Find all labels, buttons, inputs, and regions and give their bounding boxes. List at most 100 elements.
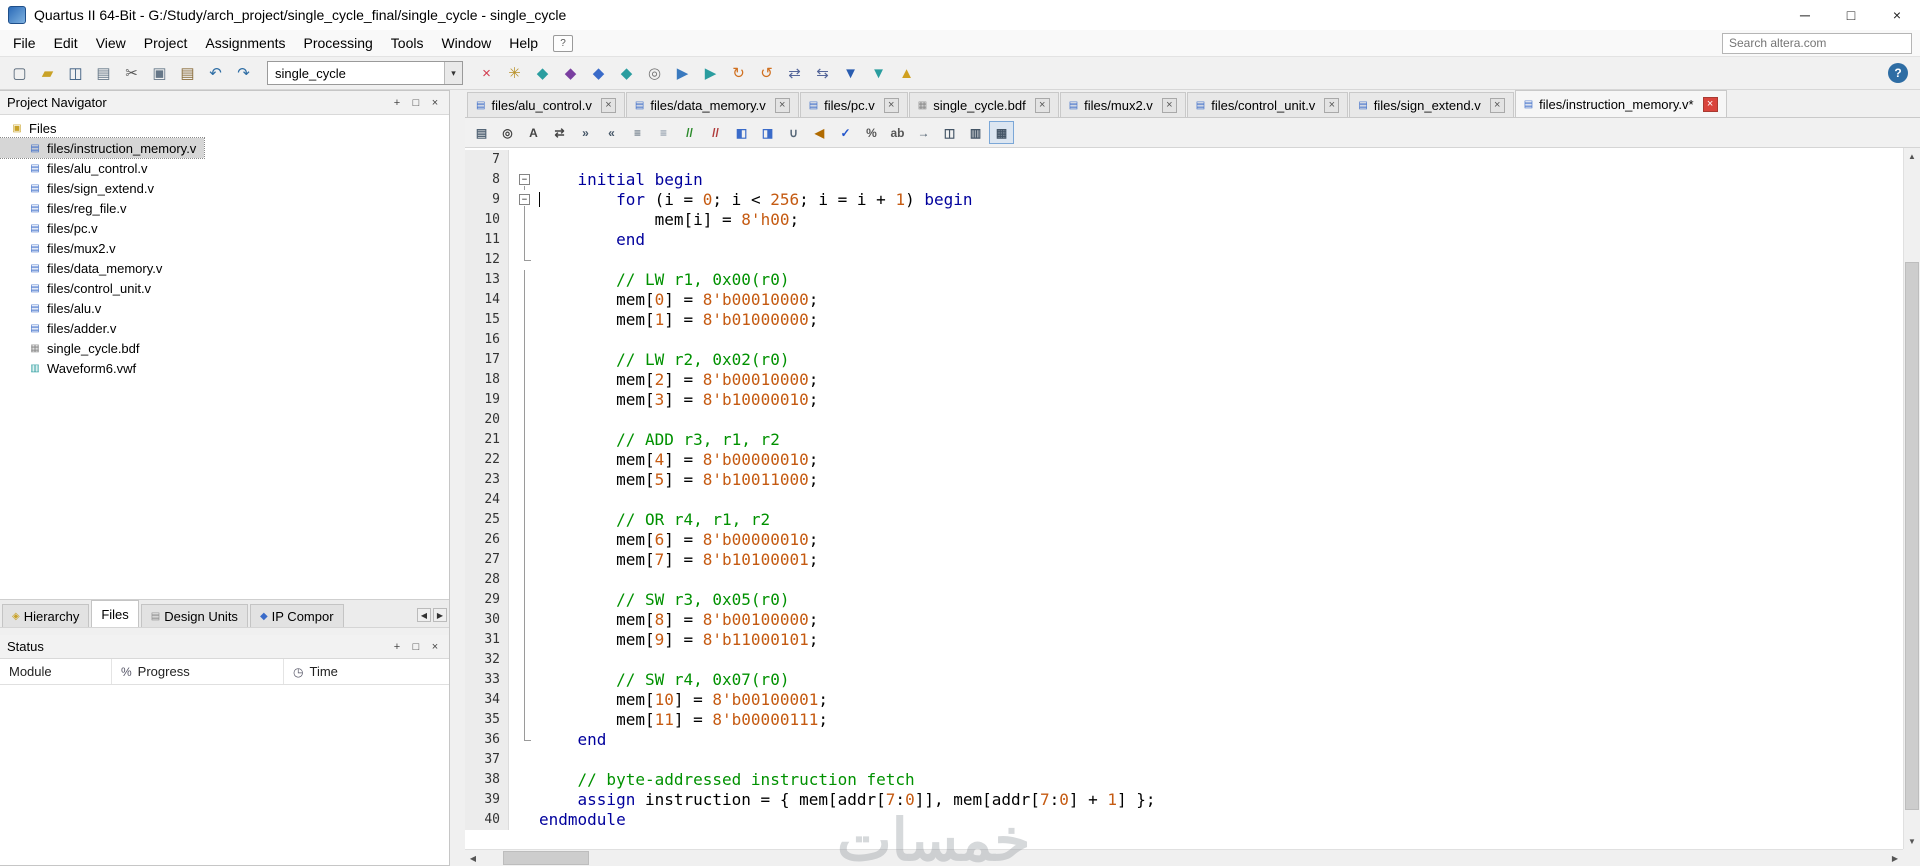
file-item[interactable]: ▤ files/reg_file.v [0,198,134,218]
project-selector[interactable]: single_cycle ▾ [267,61,463,85]
syntax-check-icon[interactable]: ✓ [833,121,858,144]
code-text[interactable]: mem[2] = 8'b00010000; [539,370,818,390]
line-number[interactable]: 40 [465,810,509,830]
paste-icon[interactable]: ▤ [174,60,201,86]
editor-tab[interactable]: ▤ files/data_memory.v × [625,92,799,117]
code-text[interactable]: // OR r4, r1, r2 [539,510,770,530]
line-number[interactable]: 37 [465,750,509,770]
stop-processing-icon[interactable]: × [473,60,500,86]
line-number[interactable]: 12 [465,250,509,270]
line-number[interactable]: 9 [465,190,509,210]
code-text[interactable]: mem[7] = 8'b10100001; [539,550,818,570]
code-text[interactable]: assign instruction = { mem[addr[7:0]], m… [539,790,1156,810]
editor-tab[interactable]: ▤ files/pc.v × [799,92,908,117]
rtl-viewer-icon[interactable]: ⇄ [781,60,808,86]
menu-project[interactable]: Project [135,31,197,55]
code-text[interactable]: mem[9] = 8'b11000101; [539,630,818,650]
editor-tab[interactable]: ▦ single_cycle.bdf × [908,92,1059,117]
code-text[interactable]: mem[11] = 8'b00000111; [539,710,828,730]
line-number[interactable]: 32 [465,650,509,670]
file-item[interactable]: ▤ files/sign_extend.v [0,178,162,198]
line-number[interactable]: 29 [465,590,509,610]
start-analysis-icon[interactable]: ▶ [697,60,724,86]
file-item[interactable]: ▤ files/adder.v [0,318,124,338]
status-close-icon[interactable]: × [428,640,442,654]
line-number[interactable]: 16 [465,330,509,350]
code-text[interactable]: mem[6] = 8'b00000010; [539,530,818,550]
tab-close-icon[interactable]: × [774,97,790,113]
editor-tab[interactable]: ▤ files/alu_control.v × [467,92,625,117]
line-number[interactable]: 22 [465,450,509,470]
line-number[interactable]: 26 [465,530,509,550]
line-number[interactable]: 36 [465,730,509,750]
add-bookmark-icon[interactable]: ◧ [729,121,754,144]
programmer-icon[interactable]: ▼ [837,60,864,86]
next-bookmark-icon[interactable]: ◨ [755,121,780,144]
code-text[interactable]: // LW r2, 0x02(r0) [539,350,789,370]
code-text[interactable]: end [539,230,645,250]
minimize-button[interactable]: ─ [1782,0,1828,30]
file-item[interactable]: ▤ files/alu_control.v [0,158,155,178]
line-number[interactable]: 38 [465,770,509,790]
comment-icon[interactable]: // [677,121,702,144]
code-text[interactable]: // SW r4, 0x07(r0) [539,670,789,690]
horizontal-scrollbar-thumb[interactable] [503,851,589,865]
menu-help[interactable]: Help [500,31,547,55]
line-number[interactable]: 13 [465,270,509,290]
assembler-icon[interactable]: ◆ [585,60,612,86]
tree-root-files[interactable]: ▣ Files [0,118,64,138]
menu-processing[interactable]: Processing [295,31,382,55]
vertical-scrollbar[interactable]: ▲ ▼ [1903,148,1920,849]
print-icon[interactable]: ▤ [469,121,494,144]
attach-icon[interactable]: ∪ [781,121,806,144]
undo-icon[interactable]: ↶ [202,60,229,86]
rapid-recompile-icon[interactable]: ↻ [725,60,752,86]
editor-tab[interactable]: ▤ files/mux2.v × [1059,92,1186,117]
code-text[interactable]: mem[1] = 8'b01000000; [539,310,818,330]
open-file-icon[interactable]: ▰ [34,60,61,86]
tab-close-icon[interactable]: × [600,97,616,113]
code-text[interactable]: mem[4] = 8'b00000010; [539,450,818,470]
search-input[interactable] [1722,32,1912,54]
indent-increase-icon[interactable]: » [573,121,598,144]
code-editor[interactable]: 7 8− initial begin 9− for (i = 0; i < 256;… [465,148,1903,849]
scroll-left-icon[interactable]: ◀ [465,850,481,866]
ip-catalog-icon[interactable]: ▲ [893,60,920,86]
start-compilation-icon[interactable]: ▶ [669,60,696,86]
line-number[interactable]: 8 [465,170,509,190]
line-number[interactable]: 18 [465,370,509,390]
line-number[interactable]: 14 [465,290,509,310]
analysis-synthesis-icon[interactable]: ◆ [529,60,556,86]
cut-icon[interactable]: ✂ [118,60,145,86]
megaphone-icon[interactable]: ◀ [807,121,832,144]
tab-close-icon[interactable]: × [883,97,899,113]
file-item[interactable]: ▥ Waveform6.vwf [0,358,144,378]
file-item[interactable]: ▦ single_cycle.bdf [0,338,148,358]
align-left-icon[interactable]: ≡ [625,121,650,144]
feedback-icon[interactable]: ? [553,34,574,52]
tab-close-icon[interactable]: × [1489,97,1505,113]
signaltap-icon[interactable]: ▼ [865,60,892,86]
panel-tab-design-units[interactable]: ▤ Design Units [140,604,248,627]
split-window-icon[interactable]: ◫ [937,121,962,144]
line-number[interactable]: 7 [465,150,509,170]
code-text[interactable]: // LW r1, 0x00(r0) [539,270,789,290]
code-text[interactable]: end [539,730,607,750]
horizontal-scroll-track[interactable] [481,850,1887,866]
new-file-icon[interactable]: ▢ [6,60,33,86]
maximize-button[interactable]: □ [1828,0,1874,30]
code-text[interactable]: mem[0] = 8'b00010000; [539,290,818,310]
assignment-editor-icon[interactable]: ✳ [501,60,528,86]
code-text[interactable]: mem[8] = 8'b00100000; [539,610,818,630]
vertical-scrollbar-thumb[interactable] [1905,262,1919,810]
panel-tab-files[interactable]: Files [91,600,139,627]
line-number[interactable]: 30 [465,610,509,630]
menu-file[interactable]: File [4,31,45,55]
editor-tab[interactable]: ▤ files/control_unit.v × [1186,92,1349,117]
powerplay-analyzer-icon[interactable]: ↺ [753,60,780,86]
status-pin-icon[interactable]: + [390,640,404,654]
fold-collapse-icon[interactable]: − [509,190,539,210]
line-number[interactable]: 39 [465,790,509,810]
navigator-pin-icon[interactable]: + [390,96,404,110]
fitter-icon[interactable]: ◆ [557,60,584,86]
